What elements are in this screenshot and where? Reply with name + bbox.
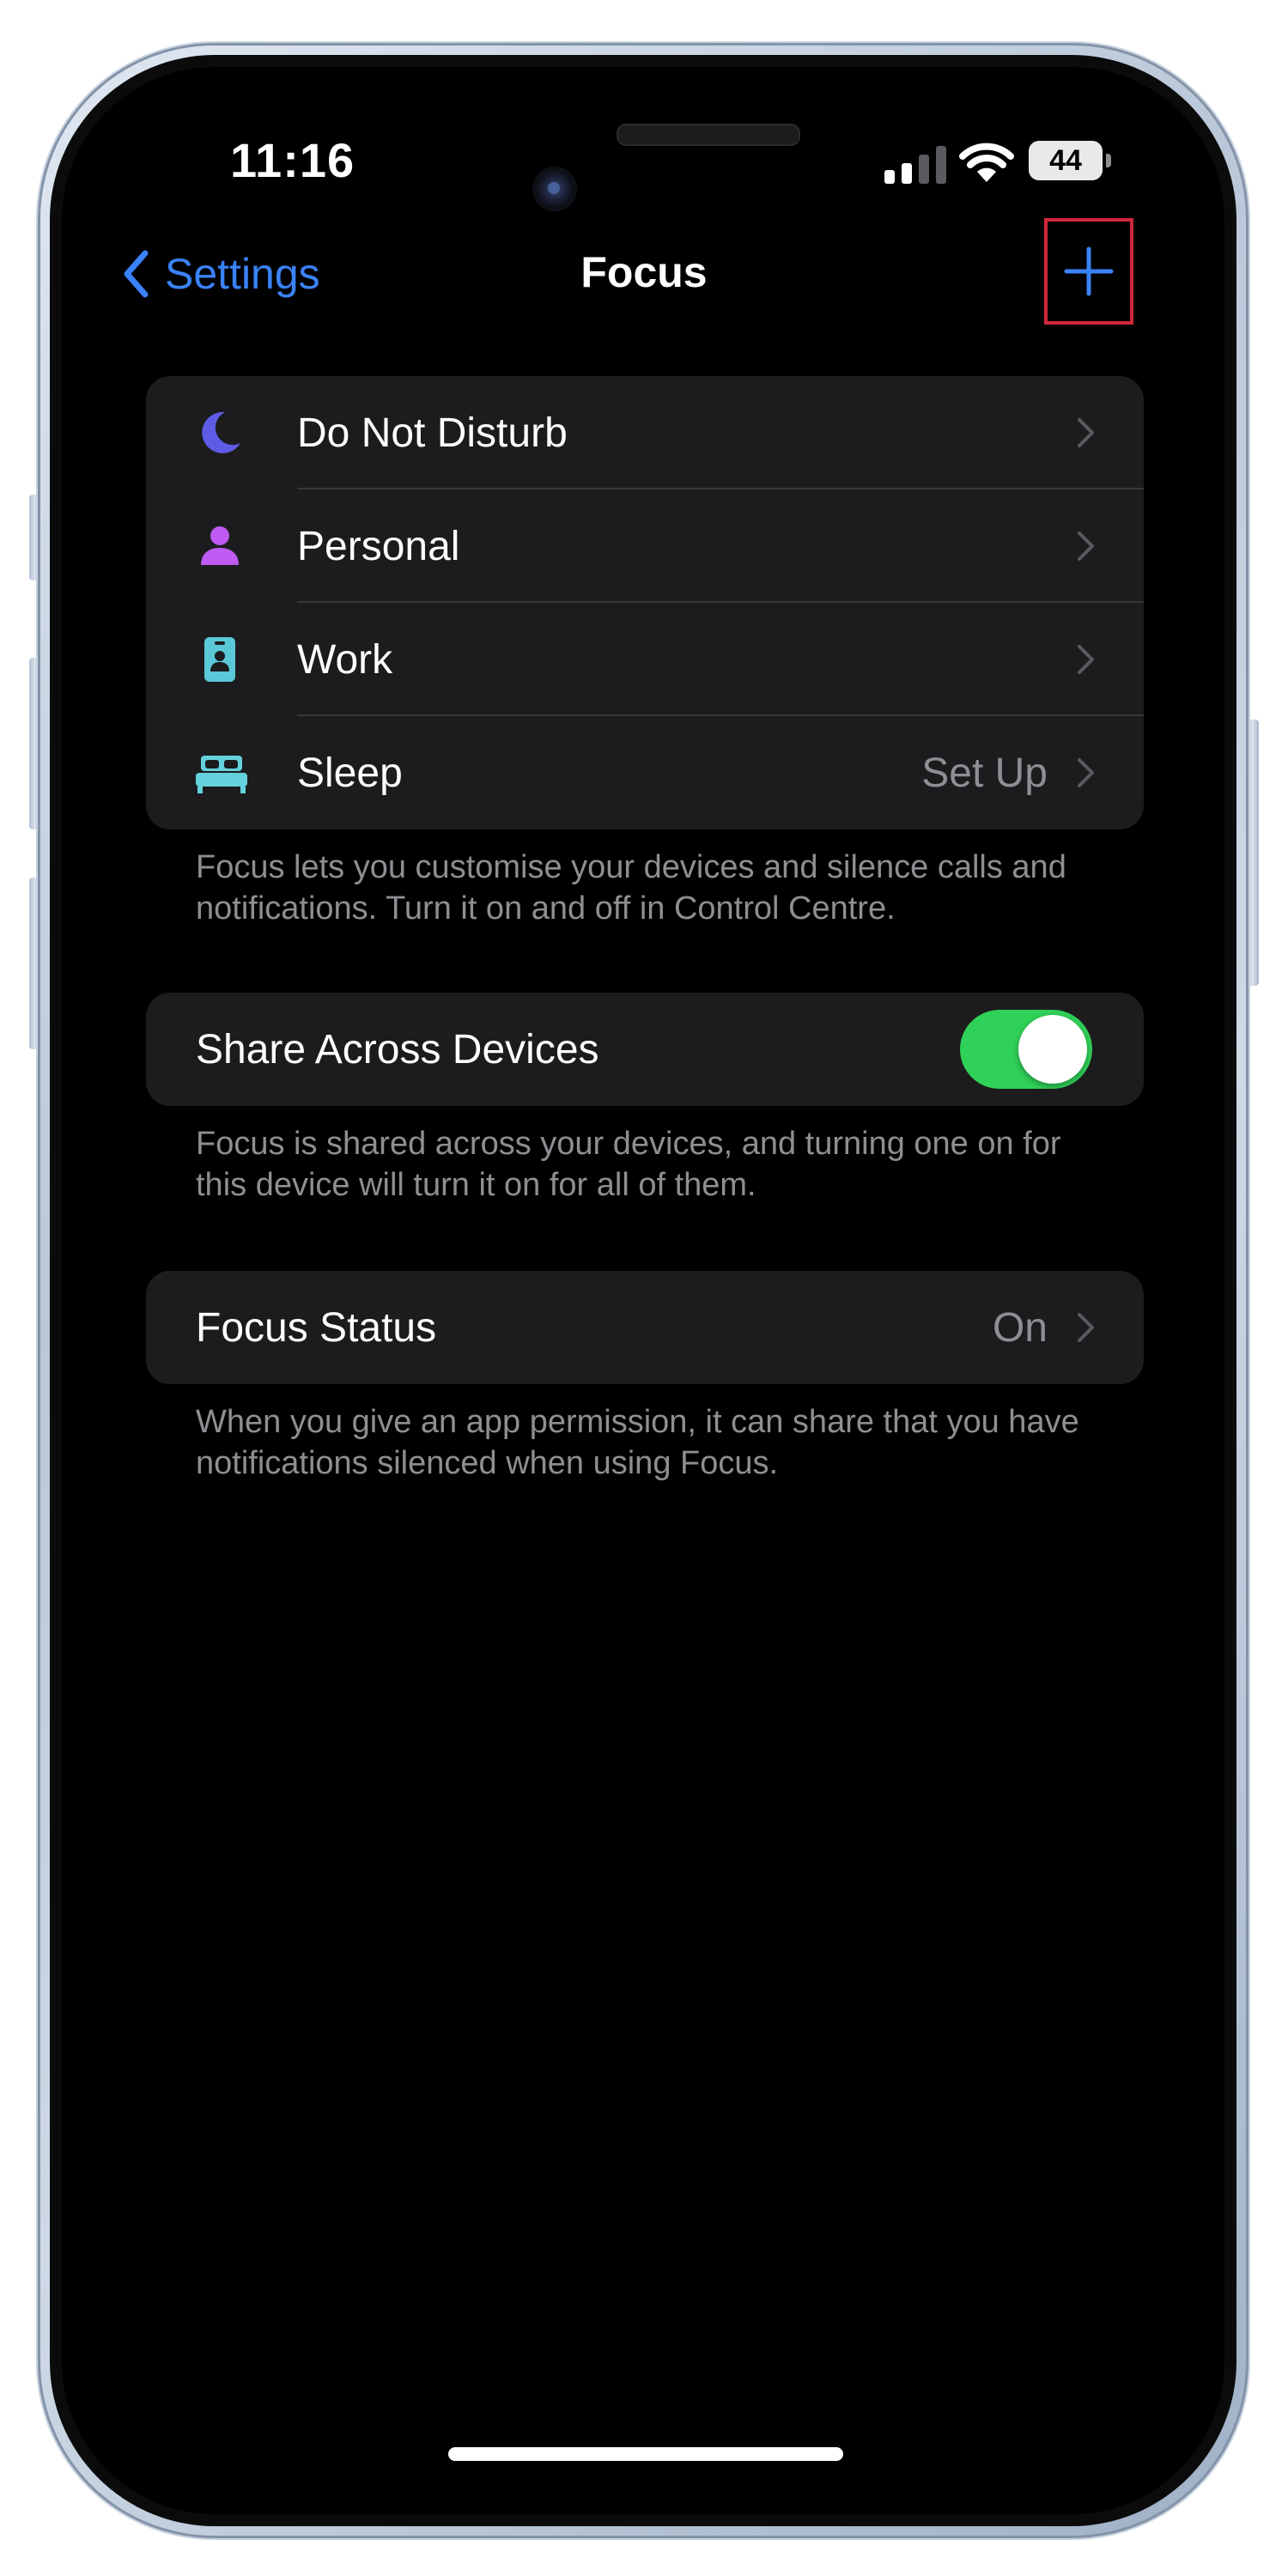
chevron-right-icon xyxy=(1078,532,1094,561)
share-group: Share Across Devices xyxy=(146,993,1144,1106)
battery-level: 44 xyxy=(1029,141,1103,180)
status-time: 11:16 xyxy=(230,133,355,187)
share-footnote: Focus is shared across your devices, and… xyxy=(196,1126,1061,1203)
cellular-signal-icon xyxy=(884,144,946,184)
earpiece-speaker xyxy=(617,124,800,146)
toggle-knob xyxy=(1018,1015,1087,1084)
row-label: Sleep xyxy=(297,750,403,796)
home-indicator[interactable] xyxy=(448,2447,843,2461)
focus-status-footnote: When you give an app permission, it can … xyxy=(196,1404,1079,1481)
stage: 11:16 44 Settings Focus Do Not Disturb P… xyxy=(0,0,1288,2576)
plus-icon xyxy=(1064,246,1114,296)
focus-footnote: Focus lets you customise your devices an… xyxy=(196,849,1066,927)
page-title: Focus xyxy=(580,248,708,296)
moon-icon xyxy=(196,409,244,457)
back-button-label: Settings xyxy=(165,250,320,298)
row-label: Personal xyxy=(297,523,460,569)
focus-status-group: Focus Status On xyxy=(146,1271,1144,1384)
battery-icon: 44 xyxy=(1029,141,1111,180)
list-item-do-not-disturb[interactable]: Do Not Disturb xyxy=(146,376,1144,489)
power-button xyxy=(1247,720,1259,986)
bed-icon xyxy=(194,749,249,797)
chevron-right-icon xyxy=(1078,758,1094,787)
list-item-personal[interactable]: Personal xyxy=(146,489,1144,603)
focus-modes-list: Do Not Disturb Personal Work Sleep Set U… xyxy=(146,376,1144,829)
list-item-work[interactable]: Work xyxy=(146,603,1144,716)
chevron-right-icon xyxy=(1078,1313,1094,1342)
add-focus-button[interactable] xyxy=(1044,218,1133,325)
person-icon xyxy=(196,522,244,570)
row-label: Share Across Devices xyxy=(196,1026,599,1072)
chevron-left-icon xyxy=(124,250,149,298)
row-value: Set Up xyxy=(921,750,1048,796)
focus-status-row[interactable]: Focus Status On xyxy=(146,1271,1144,1384)
phone-screen: 11:16 44 Settings Focus Do Not Disturb P… xyxy=(62,67,1224,2514)
back-button[interactable]: Settings xyxy=(122,244,320,304)
wifi-icon xyxy=(959,143,1014,182)
row-label: Do Not Disturb xyxy=(297,410,568,456)
chevron-right-icon xyxy=(1078,645,1094,674)
battery-tip xyxy=(1106,154,1111,167)
id-badge-icon xyxy=(196,635,244,683)
share-across-devices-row: Share Across Devices xyxy=(146,993,1144,1106)
share-across-devices-toggle[interactable] xyxy=(960,1010,1092,1089)
row-label: Work xyxy=(297,636,393,683)
row-value: On xyxy=(992,1304,1048,1351)
front-camera xyxy=(532,167,577,211)
chevron-right-icon xyxy=(1078,418,1094,447)
row-label: Focus Status xyxy=(196,1304,437,1351)
list-item-sleep[interactable]: Sleep Set Up xyxy=(146,716,1144,829)
